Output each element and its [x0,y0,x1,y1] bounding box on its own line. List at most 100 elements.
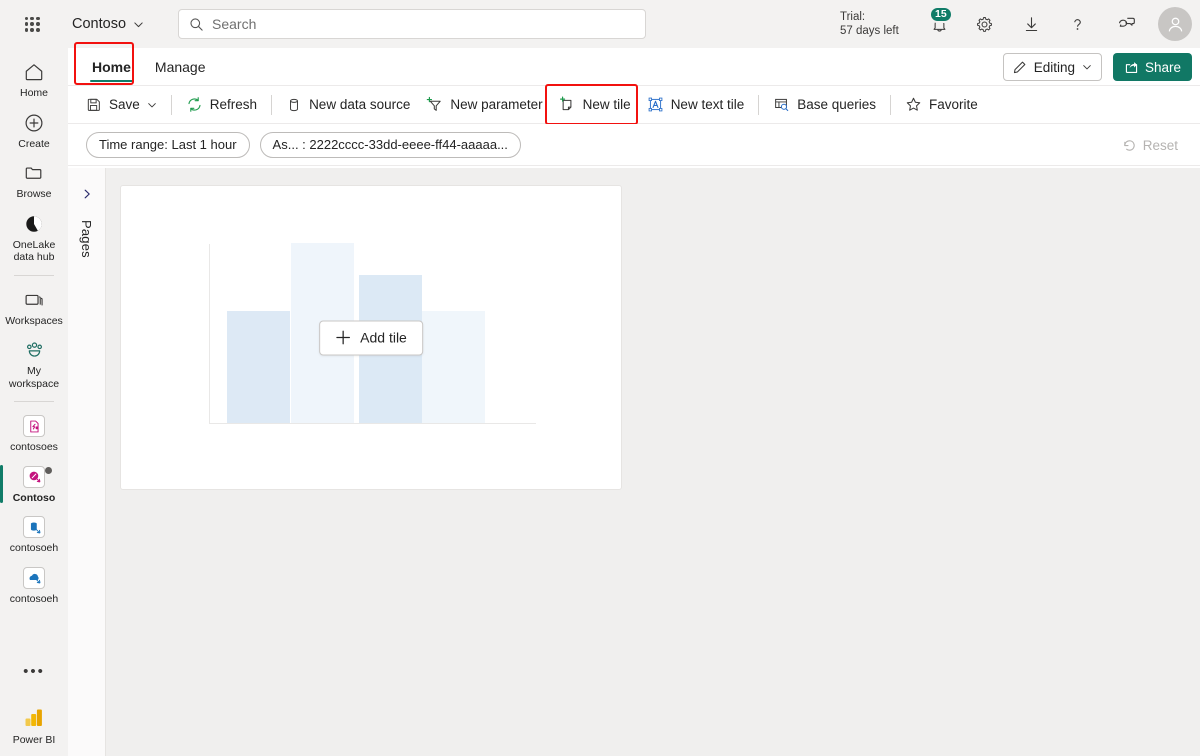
share-button[interactable]: Share [1112,53,1192,81]
feedback-icon[interactable] [1110,7,1144,41]
new-parameter-button[interactable]: New parameter [418,90,550,120]
app-launcher-icon[interactable] [14,6,50,42]
unsaved-dot-icon [45,466,52,474]
sidebar-item-create[interactable]: Create [0,105,68,156]
home-icon [22,60,46,84]
favorite-button[interactable]: Favorite [897,90,986,120]
chart-bar-1 [227,311,290,423]
sidebar-item-workspaces[interactable]: Workspaces [0,282,68,333]
toolbar-separator [170,94,172,115]
chart-y-axis [209,244,210,424]
tab-manage-label: Manage [154,59,206,75]
plus-icon [335,330,351,346]
onelake-icon [22,212,46,236]
chevron-down-icon [133,19,144,30]
filter-pill-parameter[interactable]: As... : 2222cccc-33dd-eeee-ff44-aaaaa... [259,131,521,158]
reset-label: Reset [1142,137,1178,153]
share-icon [1124,60,1139,75]
search-box[interactable]: Search [178,9,646,39]
tab-home[interactable]: Home [80,49,143,85]
search-input[interactable]: Search [212,16,256,32]
sidebar-item-label: My workspace [8,365,60,390]
waffle-grid [24,16,40,32]
download-icon[interactable] [1014,7,1048,41]
filter-pill-label: Time range: Last 1 hour [99,137,237,152]
new-tile-icon [559,96,576,113]
new-tile-label: New tile [582,97,631,112]
save-button[interactable]: Save [78,90,165,120]
pages-panel-collapsed: Pages [68,168,106,756]
refresh-label: Refresh [209,97,258,112]
sidebar-item-home[interactable]: Home [0,54,68,105]
pages-panel-label[interactable]: Pages [79,220,94,258]
sidebar-item-label: Home [19,87,48,99]
chevron-right-icon[interactable] [75,182,99,206]
question-mark-icon[interactable] [1060,7,1094,41]
editing-mode-button[interactable]: Editing [1002,53,1102,81]
tab-manage[interactable]: Manage [143,49,218,85]
avatar[interactable] [1158,7,1192,41]
empty-tile-card[interactable]: Add tile [120,185,622,490]
new-tile-button[interactable]: New tile [551,90,639,120]
pencil-icon [1012,60,1027,75]
toolbar-separator [758,94,760,115]
tab-home-label: Home [92,59,131,75]
search-icon [189,17,204,32]
filter-pill-time-range[interactable]: Time range: Last 1 hour [86,131,250,158]
sidebar-item-contosoeh-2[interactable]: contosoeh [0,560,68,611]
product-name-label: Power BI [12,733,56,746]
save-icon [86,97,102,113]
sidebar-more-button[interactable]: ••• [0,658,68,684]
brand-switcher[interactable]: Contoso [64,12,152,36]
base-queries-label: Base queries [797,97,877,112]
sidebar-item-label: OneLake data hub [12,238,56,264]
sidebar-item-label: Workspaces [5,314,63,327]
sidebar-item-label: Create [18,137,50,150]
sidebar-divider [14,274,54,276]
new-text-tile-icon [647,96,664,113]
folder-icon [22,161,46,185]
left-nav-rail: Home Create Browse OneLake data hub Work… [0,48,68,756]
sidebar-item-contosoes[interactable]: contosoes [0,408,68,459]
database-icon [286,97,302,113]
product-brand[interactable]: Power BI [0,704,68,747]
power-bi-logo-icon [21,704,47,730]
sidebar-item-contosoeh-1[interactable]: contosoeh [0,509,68,560]
refresh-icon [186,96,203,113]
trial-line-1: Trial: [840,11,866,23]
sidebar-item-contoso[interactable]: Contoso [0,459,68,510]
base-queries-button[interactable]: Base queries [765,90,884,120]
toolbar-separator [890,94,892,115]
gear-icon[interactable] [967,7,1001,41]
sidebar-item-onelake-data-hub[interactable]: OneLake data hub [0,206,68,269]
top-header-bar: Contoso Search Trial: 57 days left 15 [0,0,1200,48]
eventstream-icon [22,414,46,438]
my-workspace-icon [22,338,46,362]
sidebar-item-label: contosoeh [9,592,59,605]
refresh-button[interactable]: Refresh [178,90,265,120]
main-region: Home Manage Editing Share Save Refresh N… [68,42,1200,756]
trial-status: Trial: 57 days left [840,10,899,38]
new-text-tile-button[interactable]: New text tile [639,90,753,120]
filter-bar: Time range: Last 1 hour As... : 2222cccc… [68,124,1200,166]
chevron-down-icon [147,100,157,110]
eventhouse-icon [22,515,46,539]
realtime-dashboard-icon [22,465,46,489]
trial-line-2: 57 days left [840,25,899,37]
add-tile-button[interactable]: Add tile [319,320,423,355]
new-data-source-button[interactable]: New data source [278,90,418,120]
toolbar-separator [271,94,273,115]
workspaces-icon [22,288,46,312]
star-icon [905,96,922,113]
command-toolbar: Save Refresh New data source New paramet… [68,83,1200,125]
sidebar-item-browse[interactable]: Browse [0,155,68,206]
sidebar-item-my-workspace[interactable]: My workspace [0,332,68,395]
favorite-label: Favorite [929,97,978,112]
reset-button[interactable]: Reset [1114,132,1186,158]
chevron-down-icon [1082,62,1092,72]
work-area: Pages Add tile [68,168,1200,756]
save-label: Save [109,97,140,112]
kql-database-icon [22,566,46,590]
reset-icon [1122,138,1137,153]
new-data-source-label: New data source [309,97,411,112]
